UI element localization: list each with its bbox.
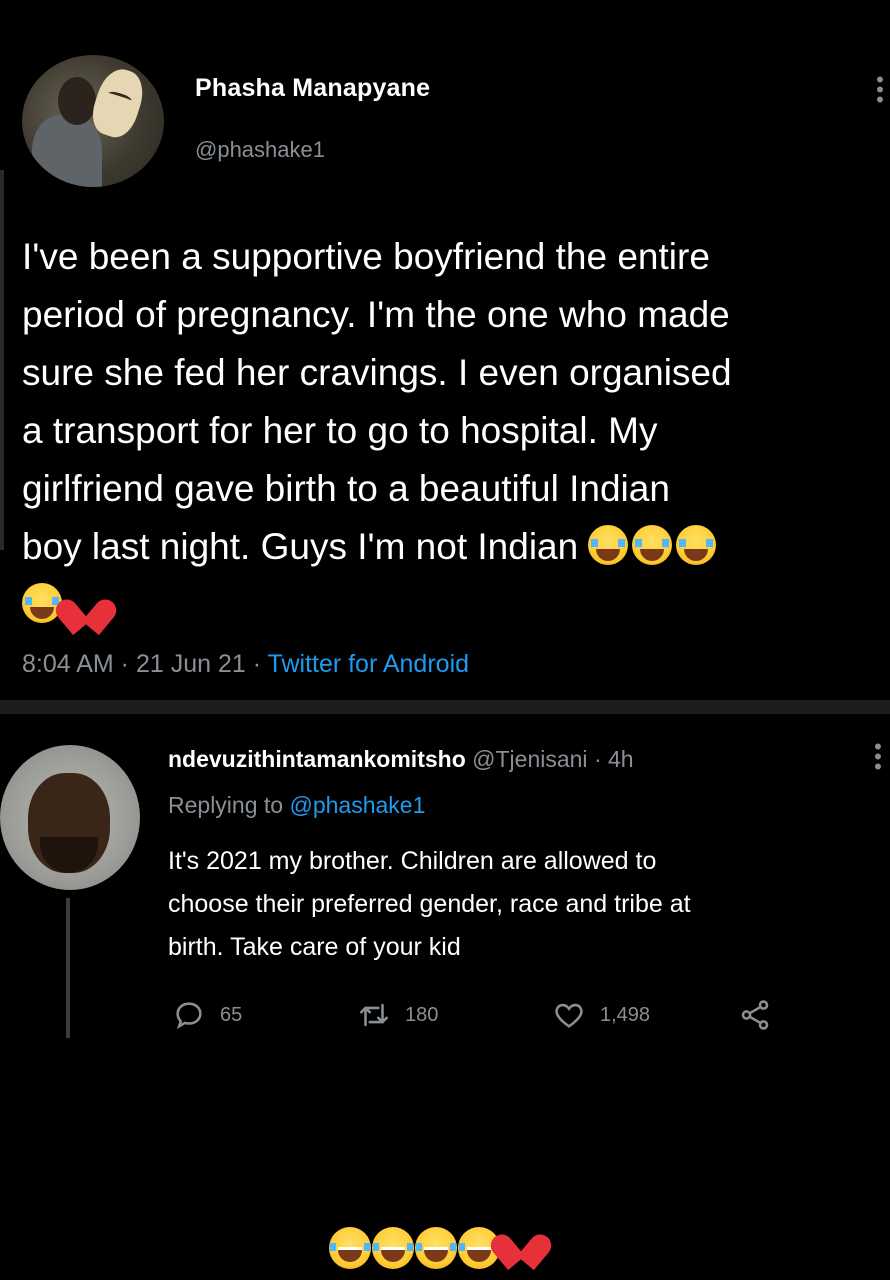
- author-handle[interactable]: @phashake1: [195, 137, 325, 163]
- reply-icon: [176, 1002, 202, 1030]
- retweet-button[interactable]: 180: [357, 995, 438, 1035]
- face-with-tears-of-joy-icon: [372, 1226, 414, 1269]
- face-with-tears-of-joy-icon: [329, 1226, 371, 1269]
- like-count: 1,498: [600, 1003, 651, 1026]
- replying-to: Replying to @phashake1: [168, 792, 425, 819]
- reply-text: It's 2021 my brother. Children are allow…: [168, 840, 868, 969]
- author-name[interactable]: Phasha Manapyane: [195, 74, 430, 103]
- reply-text-line: It's 2021 my brother. Children are allow…: [168, 847, 657, 875]
- reply-text-line: birth. Take care of your kid: [168, 933, 461, 961]
- reply-author-name[interactable]: ndevuzithintamankomitsho: [168, 746, 466, 772]
- reply-author-avatar[interactable]: [0, 745, 140, 890]
- tweet-emoji-line: [22, 576, 890, 634]
- heart-icon: [555, 1003, 583, 1028]
- tweet-text-line: sure she fed her cravings. I even organi…: [22, 352, 732, 393]
- meta-separator: ·: [245, 650, 268, 678]
- reply-header: ndevuzithintamankomitsho @Tjenisani · 4h: [168, 746, 634, 773]
- reply-more-options-icon[interactable]: • • •: [872, 736, 884, 778]
- share-icon: [741, 1000, 769, 1030]
- face-with-tears-of-joy-icon: [415, 1226, 457, 1269]
- loudly-crying-face-icon: [632, 525, 673, 565]
- reply-action-bar: 65 180 1,498: [172, 995, 812, 1035]
- tweet-metadata: 8:04 AM · 21 Jun 21 · Twitter for Androi…: [22, 650, 469, 679]
- tweet-text-line: period of pregnancy. I'm the one who mad…: [22, 294, 730, 335]
- share-button[interactable]: [738, 995, 786, 1035]
- tweet-text: I've been a supportive boyfriend the ent…: [22, 228, 890, 634]
- reply-button[interactable]: 65: [172, 995, 242, 1035]
- meta-separator: ·: [593, 746, 602, 772]
- thread-connector-line: [66, 898, 70, 1038]
- reply-age: 4h: [608, 746, 634, 772]
- avatar-figure-body: [32, 115, 102, 187]
- reply-text-line: choose their preferred gender, race and …: [168, 890, 691, 918]
- section-divider: [0, 700, 890, 714]
- broken-heart-icon: [501, 1218, 541, 1258]
- reply-count: 65: [220, 1003, 243, 1026]
- tweet-text-line: girlfriend gave birth to a beautiful Ind…: [22, 468, 670, 509]
- loudly-crying-face-icon: [22, 583, 62, 623]
- replying-to-label: Replying to: [168, 792, 290, 818]
- retweet-count: 180: [405, 1003, 439, 1026]
- replying-to-mention-link[interactable]: @phashake1: [289, 792, 425, 818]
- avatar-figure-head: [58, 77, 96, 125]
- like-button[interactable]: 1,498: [552, 995, 650, 1035]
- main-tweet[interactable]: Phasha Manapyane @phashake1 • • • I've bee…: [0, 0, 890, 700]
- loudly-crying-face-icon: [588, 525, 629, 565]
- reply-author-handle[interactable]: @Tjenisani: [472, 746, 587, 772]
- tweet-text-line: I've been a supportive boyfriend the ent…: [22, 236, 710, 277]
- tweet-date: 21 Jun 21: [135, 650, 246, 678]
- more-options-icon[interactable]: • • •: [874, 69, 886, 111]
- tweet-text-line: boy last night. Guys I'm not Indian: [22, 526, 589, 567]
- tweet-time: 8:04 AM: [22, 650, 114, 678]
- broken-heart-icon: [66, 583, 106, 623]
- tweet-source-link[interactable]: Twitter for Android: [268, 650, 469, 678]
- meta-separator: ·: [113, 650, 136, 678]
- retweet-icon: [359, 1003, 389, 1027]
- tweet-text-last-line: boy last night. Guys I'm not Indian: [22, 518, 890, 576]
- loudly-crying-face-icon: [676, 525, 717, 565]
- author-avatar[interactable]: [22, 55, 164, 187]
- caption-emojis: [329, 1218, 541, 1269]
- tweet-text-line: a transport for her to go to hospital. M…: [22, 410, 658, 451]
